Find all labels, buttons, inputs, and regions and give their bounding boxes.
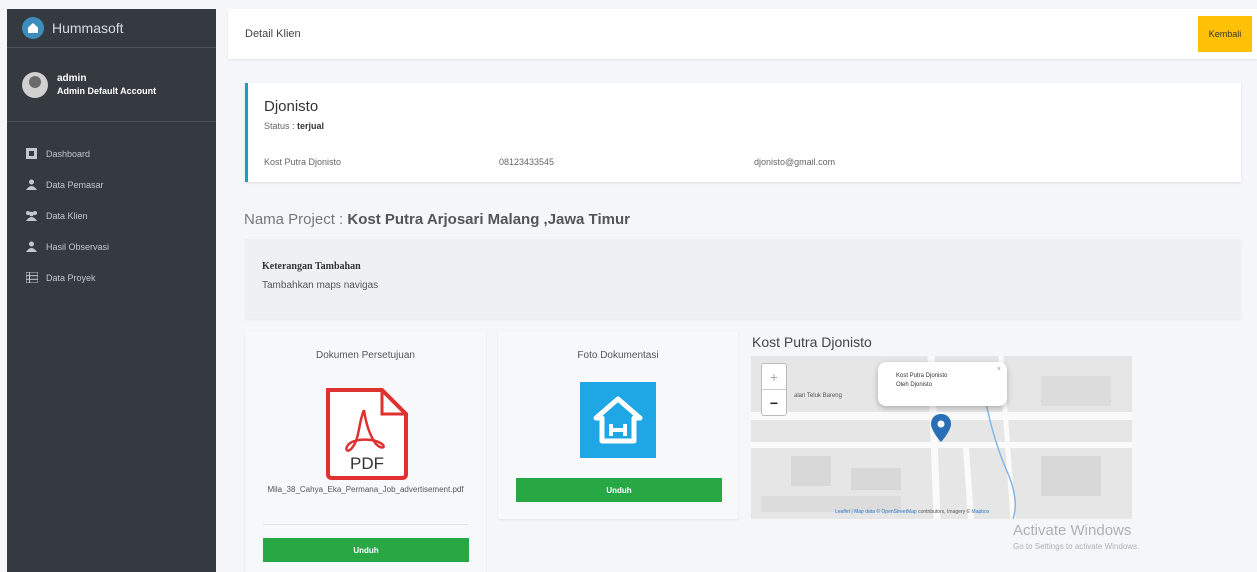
home-icon[interactable]: [580, 382, 656, 458]
divider: [263, 524, 468, 525]
download-photo-button[interactable]: Unduh: [516, 478, 722, 502]
sidebar-item-data-proyek[interactable]: Data Proyek: [7, 262, 216, 293]
map-street-label: alan Teluk Bareng: [794, 393, 842, 399]
photo-card: Foto Dokumentasi Unduh: [498, 332, 738, 519]
user-icon: [25, 178, 38, 191]
brand-name: Hummasoft: [52, 20, 124, 36]
map-attribution: Leaflet | Map data © OpenStreetMap contr…: [835, 509, 989, 515]
client-phone: 08123433545: [499, 157, 555, 167]
note-title: Keterangan Tambahan: [262, 261, 361, 272]
activation-watermark: Activate Windows Go to Settings to activ…: [1013, 522, 1139, 551]
status-badge: terjual: [297, 121, 325, 131]
sidebar-item-dashboard[interactable]: Dashboard: [7, 138, 216, 169]
close-icon[interactable]: ×: [997, 365, 1001, 374]
sidebar-item-hasil-observasi[interactable]: Hasil Observasi: [7, 231, 216, 262]
sidebar-item-label: Data Proyek: [46, 272, 96, 283]
sidebar: Hummasoft admin Admin Default Account Da…: [7, 9, 216, 572]
brand[interactable]: Hummasoft: [7, 9, 216, 48]
download-document-button[interactable]: Unduh: [263, 538, 469, 562]
sidebar-item-data-pemasar[interactable]: Data Pemasar: [7, 169, 216, 200]
zoom-in-button[interactable]: +: [762, 364, 786, 390]
sidebar-item-label: Hasil Observasi: [46, 241, 110, 252]
page-title: Detail Klien: [245, 28, 301, 40]
map-zoom-control: + −: [761, 363, 787, 416]
file-name[interactable]: Mila_38_Cahya_Eka_Permana_Job_advertisem…: [255, 484, 476, 496]
watermark-subtitle: Go to Settings to activate Windows.: [1013, 542, 1140, 551]
sidebar-menu: Dashboard Data Pemasar Data Klien Hasil …: [7, 122, 216, 293]
users-icon: [25, 209, 38, 222]
attribution-osm-link[interactable]: OpenStreetMap: [881, 509, 916, 515]
client-kost: Kost Putra Djonisto: [264, 157, 342, 167]
watermark-title: Activate Windows: [1013, 522, 1132, 539]
map-title: Kost Putra Djonisto: [752, 334, 872, 350]
map[interactable]: + − alan Teluk Bareng × Kost Putra Djoni…: [751, 356, 1132, 519]
client-email: djonisto@gmail.com: [754, 157, 836, 167]
note-box: Keterangan Tambahan Tambahkan maps navig…: [245, 239, 1241, 319]
document-card: Dokumen Persetujuan PDF Mila_38_Cahya_Ek…: [245, 332, 486, 572]
pdf-icon[interactable]: PDF: [322, 386, 412, 481]
left-gap: [0, 0, 7, 572]
client-name: Djonisto: [264, 98, 319, 115]
project-label: Nama Project :: [244, 211, 344, 228]
sidebar-item-data-klien[interactable]: Data Klien: [7, 200, 216, 231]
status-label: Status :: [264, 121, 295, 131]
user-icon: [25, 240, 38, 253]
brand-logo-icon: [22, 17, 44, 39]
map-marker-icon[interactable]: [931, 414, 951, 447]
topbar: Detail Klien Kembali: [228, 9, 1257, 59]
note-text: Tambahkan maps navigas: [262, 280, 379, 291]
popup-title: Kost Putra Djonisto: [896, 373, 948, 379]
dashboard-icon: [25, 147, 38, 160]
attribution-mid: contributors, Imagery ©: [918, 509, 971, 515]
map-popup: × Kost Putra Djonisto Oleh Djonisto: [878, 362, 1007, 406]
photo-title: Foto Dokumentasi: [577, 350, 659, 361]
user-name: admin: [57, 72, 87, 84]
project-name: Kost Putra Arjosari Malang ,Jawa Timur: [347, 211, 630, 228]
list-icon: [25, 271, 38, 284]
user-role: Admin Default Account: [57, 85, 157, 96]
attribution-mapbox-link[interactable]: Mapbox: [972, 509, 990, 515]
client-status: Status : terjual: [264, 121, 1241, 131]
sidebar-item-label: Data Pemasar: [46, 179, 104, 190]
sidebar-item-label: Dashboard: [46, 148, 91, 159]
sidebar-item-label: Data Klien: [46, 210, 88, 221]
attribution-prefix[interactable]: Leaflet | Map data ©: [835, 509, 880, 515]
document-title: Dokumen Persetujuan: [316, 350, 415, 361]
main-content: Detail Klien Kembali Djonisto Status : t…: [228, 9, 1257, 572]
avatar: [22, 71, 48, 98]
zoom-out-button[interactable]: −: [762, 390, 786, 416]
back-button[interactable]: Kembali: [1198, 16, 1252, 52]
pdf-label: PDF: [350, 454, 384, 473]
client-card: Djonisto Status : terjual Kost Putra Djo…: [245, 83, 1241, 182]
project-title: Nama Project : Kost Putra Arjosari Malan…: [244, 211, 630, 228]
user-panel[interactable]: admin Admin Default Account: [7, 48, 216, 122]
popup-subtitle: Oleh Djonisto: [896, 382, 933, 388]
